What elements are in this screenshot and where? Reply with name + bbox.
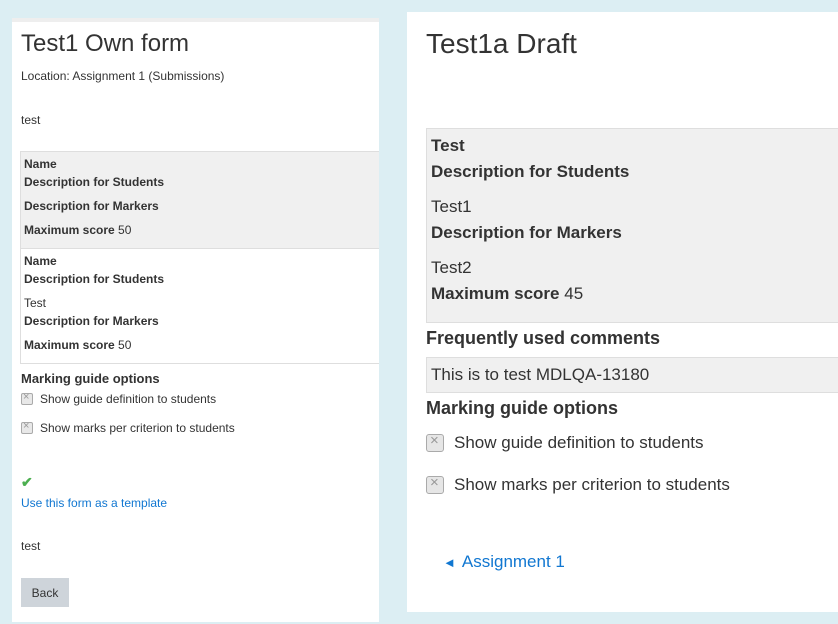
criterion-name-label: Name	[24, 157, 57, 171]
checkbox-disabled-icon	[426, 432, 444, 452]
criterion-max-score: Maximum score 45	[431, 284, 583, 304]
criterion-desc-markers-value: Test2	[431, 258, 472, 277]
option-show-guide: Show guide definition to students	[426, 432, 704, 453]
criterion-1: Name Description for Students Descriptio…	[20, 151, 379, 249]
comment-box: This is to test MDLQA-13180	[426, 357, 838, 393]
left-arrow-icon: ◄	[443, 554, 456, 570]
assignment-nav-link[interactable]: ◄ Assignment 1	[443, 552, 565, 572]
criterion-desc-students-label: Description for Students	[431, 162, 630, 181]
max-score-value: 45	[564, 284, 584, 303]
footer-text: test	[21, 539, 41, 553]
criterion-desc-students-value: Test1	[431, 197, 472, 216]
criterion-1: Test Description for Students Test1 Desc…	[426, 128, 838, 323]
use-template-link[interactable]: Use this form as a template	[21, 496, 167, 510]
left-panel: Test1 Own form Location: Assignment 1 (S…	[12, 18, 379, 622]
max-score-label: Maximum score	[24, 338, 115, 352]
option-show-guide: Show guide definition to students	[21, 391, 217, 406]
criterion-desc-students-label: Description for Students	[24, 175, 165, 189]
assignment-link-label: Assignment 1	[461, 552, 565, 571]
option-label: Show marks per criterion to students	[454, 475, 730, 494]
criterion-name-label: Name	[24, 254, 57, 268]
right-panel: Test1a Draft Test Description for Studen…	[407, 12, 838, 612]
check-icon: ✔	[21, 474, 33, 490]
options-heading: Marking guide options	[21, 371, 160, 386]
checkbox-disabled-icon	[21, 391, 33, 405]
options-heading: Marking guide options	[426, 398, 618, 418]
option-label: Show marks per criterion to students	[40, 421, 235, 435]
max-score-value: 50	[118, 223, 132, 237]
page-title: Test1 Own form	[21, 30, 190, 57]
criterion-max-score: Maximum score 50	[24, 223, 131, 237]
max-score-value: 50	[118, 338, 132, 352]
criterion-desc-markers-label: Description for Markers	[24, 199, 159, 213]
criterion-max-score: Maximum score 50	[24, 338, 131, 352]
option-label: Show guide definition to students	[454, 433, 704, 452]
checkbox-disabled-icon	[426, 474, 444, 494]
criterion-name: Test	[431, 136, 465, 155]
option-show-marks: Show marks per criterion to students	[21, 420, 235, 435]
option-show-marks: Show marks per criterion to students	[426, 474, 730, 495]
criterion-desc-markers-label: Description for Markers	[431, 223, 622, 242]
max-score-label: Maximum score	[24, 223, 115, 237]
comments-heading: Frequently used comments	[426, 328, 661, 348]
criterion-2: Name Description for Students Test Descr…	[20, 248, 379, 364]
option-label: Show guide definition to students	[40, 392, 217, 406]
max-score-label: Maximum score	[431, 284, 560, 303]
back-button[interactable]: Back	[21, 578, 69, 607]
criterion-desc-markers-label: Description for Markers	[24, 314, 159, 328]
criterion-desc-students-value: Test	[24, 296, 47, 310]
checkbox-disabled-icon	[21, 420, 33, 434]
comment-text: This is to test MDLQA-13180	[431, 365, 650, 384]
page-title: Test1a Draft	[426, 28, 577, 59]
location-text: Location: Assignment 1 (Submissions)	[21, 69, 225, 83]
form-description: test	[21, 113, 41, 127]
criterion-desc-students-label: Description for Students	[24, 272, 165, 286]
